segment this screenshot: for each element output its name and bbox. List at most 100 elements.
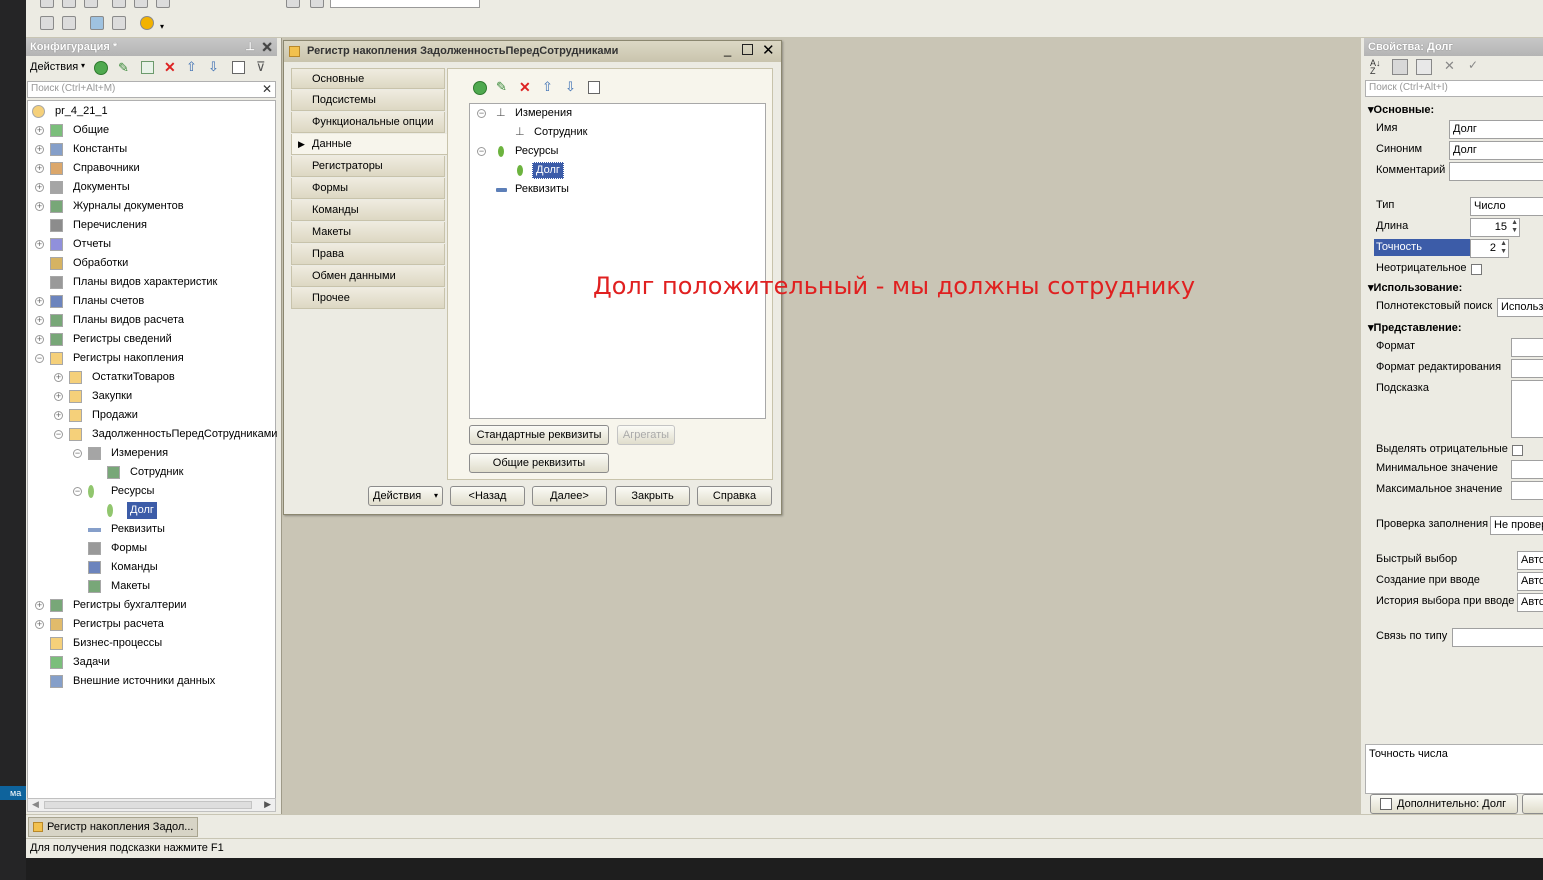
resource-node-selected[interactable]: Долг [532, 162, 564, 179]
tree-item[interactable]: Команды [28, 558, 277, 577]
tree-item[interactable]: Макеты [28, 577, 277, 596]
expand-icon[interactable]: + [35, 601, 44, 610]
collapse-icon[interactable]: − [54, 430, 63, 439]
expand-icon[interactable]: + [54, 411, 63, 420]
minimize-icon[interactable]: _ [724, 42, 731, 57]
copy-item-icon[interactable] [141, 61, 154, 74]
tree-item[interactable]: + Справочники [28, 159, 277, 178]
tree-item[interactable]: + Закупки [28, 387, 277, 406]
tree-item[interactable]: Бизнес-процессы [28, 634, 277, 653]
tree-item[interactable]: + Документы [28, 178, 277, 197]
close-window-icon[interactable]: ✕ [762, 41, 775, 59]
editor-tab[interactable]: Основные [291, 68, 445, 89]
tree-item[interactable]: − Ресурсы [28, 482, 277, 501]
length-field[interactable]: 15 ▲ ▼ [1470, 218, 1520, 237]
collapse-icon[interactable]: − [35, 354, 44, 363]
type-field[interactable]: Число [1470, 197, 1543, 216]
edit-icon[interactable]: ✎ [118, 60, 129, 76]
tree-item[interactable]: pr_4_21_1 [28, 102, 277, 121]
move-down-icon[interactable]: ⇩ [208, 59, 219, 75]
cut-icon[interactable] [112, 0, 126, 8]
quick-select-field[interactable]: Авто [1517, 551, 1543, 570]
expand-icon[interactable]: + [35, 183, 44, 192]
tree-item[interactable]: Планы видов характеристик [28, 273, 277, 292]
back-button[interactable]: <Назад [450, 486, 525, 506]
comment-field[interactable] [1449, 162, 1543, 181]
tree-item[interactable]: Формы [28, 539, 277, 558]
actions-menu[interactable]: Действия [30, 61, 78, 73]
run-dropdown-icon[interactable]: ▾ [160, 22, 164, 31]
fill-check-field[interactable]: Не провер [1490, 516, 1543, 535]
format-field[interactable] [1511, 338, 1543, 357]
min-value-field[interactable] [1511, 460, 1543, 479]
edit-format-field[interactable] [1511, 359, 1543, 378]
move-down-item-icon[interactable]: ⇩ [565, 79, 576, 95]
editor-tab[interactable]: Прочее [291, 288, 445, 309]
expand-icon[interactable]: + [54, 373, 63, 382]
expand-icon[interactable]: + [35, 202, 44, 211]
extra-properties-button[interactable]: Дополнительно: Долг [1370, 794, 1518, 814]
open-icon[interactable] [62, 0, 76, 8]
expand-icon[interactable]: + [54, 392, 63, 401]
editor-tab[interactable]: Команды [291, 200, 445, 221]
expand-icon[interactable]: + [35, 240, 44, 249]
section-view[interactable]: ▾Представление: [1368, 321, 1462, 334]
editor-titlebar[interactable]: Регистр накопления ЗадолженностьПередСот… [284, 41, 781, 62]
tree-item[interactable]: − Регистры накопления [28, 349, 277, 368]
highlight-negative-checkbox[interactable] [1512, 445, 1523, 456]
section-main[interactable]: ▾Основные: [1368, 103, 1434, 116]
tree-item[interactable]: + Отчеты [28, 235, 277, 254]
editor-tab[interactable]: Формы [291, 178, 445, 199]
length-spin-icon[interactable]: ▲ ▼ [1511, 219, 1518, 235]
add-icon[interactable] [94, 61, 108, 75]
window-tab[interactable]: Регистр накопления Задол... [28, 817, 198, 837]
scroll-thumb[interactable] [44, 801, 252, 809]
section-usage[interactable]: ▾Использование: [1368, 281, 1462, 294]
link-by-type-field[interactable] [1452, 628, 1543, 647]
editor-tab[interactable]: Регистраторы [291, 156, 445, 177]
copy-icon[interactable] [134, 0, 148, 8]
standard-attributes-button[interactable]: Стандартные реквизиты [469, 425, 609, 445]
sort-icon[interactable] [232, 61, 245, 74]
configuration-icon[interactable] [40, 16, 54, 30]
sort-item-icon[interactable] [588, 81, 600, 94]
next-button[interactable]: Далее> [532, 486, 607, 506]
filter-icon[interactable]: ⊽ [256, 59, 266, 75]
toolbar-search-field[interactable] [330, 0, 480, 8]
editor-tab[interactable]: Права [291, 244, 445, 265]
pin-icon[interactable]: ⊥ [245, 38, 255, 56]
tree-item[interactable]: + ОстаткиТоваров [28, 368, 277, 387]
precision-spin-icon[interactable]: ▲ ▼ [1500, 240, 1507, 256]
tree-item[interactable]: + Константы [28, 140, 277, 159]
save-icon[interactable] [84, 0, 98, 8]
resources-node[interactable]: Ресурсы [515, 145, 558, 157]
clear-prop-icon[interactable]: ✕ [1444, 58, 1455, 74]
config-tree-hscroll[interactable]: ◀ ▶ [27, 798, 276, 812]
find-icon[interactable] [286, 0, 300, 8]
tree-item[interactable]: + Регистры сведений [28, 330, 277, 349]
close-icon[interactable]: ✕ [261, 38, 273, 56]
tree-item[interactable]: + Регистры бухгалтерии [28, 596, 277, 615]
edit-item-icon[interactable]: ✎ [496, 79, 507, 95]
tree-item[interactable]: + Планы счетов [28, 292, 277, 311]
tree-item[interactable]: + Регистры расчета [28, 615, 277, 634]
properties-search-field[interactable]: Поиск (Ctrl+Alt+I) [1365, 80, 1543, 97]
editor-tab[interactable]: Подсистемы [291, 90, 445, 111]
add-item-icon[interactable] [473, 81, 487, 95]
sort-az-icon[interactable]: A↓ Z [1370, 59, 1384, 76]
filter-props-icon[interactable] [1416, 59, 1432, 75]
table-icon[interactable] [112, 16, 126, 30]
tree-item[interactable]: Долг [28, 501, 277, 520]
expand-icon[interactable]: + [35, 297, 44, 306]
zoom-icon[interactable] [310, 0, 324, 8]
tree-item[interactable]: + Журналы документов [28, 197, 277, 216]
collapse-icon[interactable]: − [73, 449, 82, 458]
tree-item[interactable]: + Общие [28, 121, 277, 140]
collapse-resources-icon[interactable]: − [477, 147, 486, 156]
common-attributes-button[interactable]: Общие реквизиты [469, 453, 609, 473]
tree-item[interactable]: + Планы видов расчета [28, 311, 277, 330]
name-field[interactable]: Долг [1449, 120, 1543, 139]
extra-tab-button[interactable] [1522, 794, 1543, 814]
editor-tab[interactable]: ▶ Данные [291, 134, 448, 155]
expand-icon[interactable]: + [35, 126, 44, 135]
